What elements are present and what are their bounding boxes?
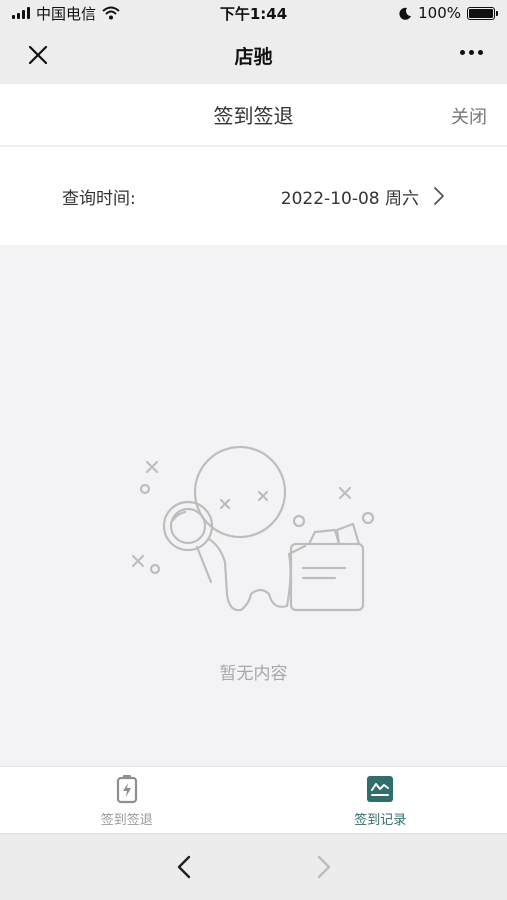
moon-icon xyxy=(399,7,412,20)
empty-illustration-icon xyxy=(131,445,375,612)
tab-sign-records[interactable]: 签到记录 xyxy=(254,767,507,833)
back-button[interactable] xyxy=(169,852,199,882)
tab-bar: 签到签退 签到记录 xyxy=(0,766,507,833)
chevron-right-icon xyxy=(317,855,330,879)
carrier-label: 中国电信 xyxy=(36,4,97,23)
query-time-label: 查询时间: xyxy=(62,188,136,209)
tab-label: 签到记录 xyxy=(354,812,407,828)
page-header: 签到签退 关闭 xyxy=(0,84,507,146)
query-date: 2022-10-08 周六 xyxy=(280,188,419,209)
forward-button[interactable] xyxy=(309,852,339,882)
tab-label: 签到签退 xyxy=(100,812,153,828)
status-bar: 中国电信 下午1:44 100% xyxy=(0,0,507,26)
battery-percent: 100% xyxy=(418,4,461,22)
more-icon[interactable] xyxy=(460,50,483,55)
browser-nav xyxy=(0,833,507,900)
chevron-left-icon xyxy=(177,855,190,879)
close-icon[interactable] xyxy=(24,41,52,69)
tab-sign-in-out[interactable]: 签到签退 xyxy=(0,767,254,833)
navbar: 店驰 xyxy=(0,26,507,84)
date-picker[interactable]: 2022-10-08 周六 xyxy=(281,184,445,209)
battery-charge-icon xyxy=(116,774,137,803)
signal-icon xyxy=(12,7,30,19)
page-title: 签到签退 xyxy=(213,104,294,128)
close-button[interactable]: 关闭 xyxy=(451,103,487,129)
chart-line-icon xyxy=(367,775,394,802)
wifi-icon xyxy=(102,6,120,20)
empty-text: 暂无内容 xyxy=(219,664,288,684)
battery-fill xyxy=(469,8,493,18)
query-time-row: 查询时间: 2022-10-08 周六 xyxy=(0,147,507,245)
nav-title: 店驰 xyxy=(234,45,273,68)
empty-state: 暂无内容 xyxy=(0,246,507,766)
battery-icon xyxy=(467,6,498,20)
chevron-right-icon xyxy=(434,187,444,205)
